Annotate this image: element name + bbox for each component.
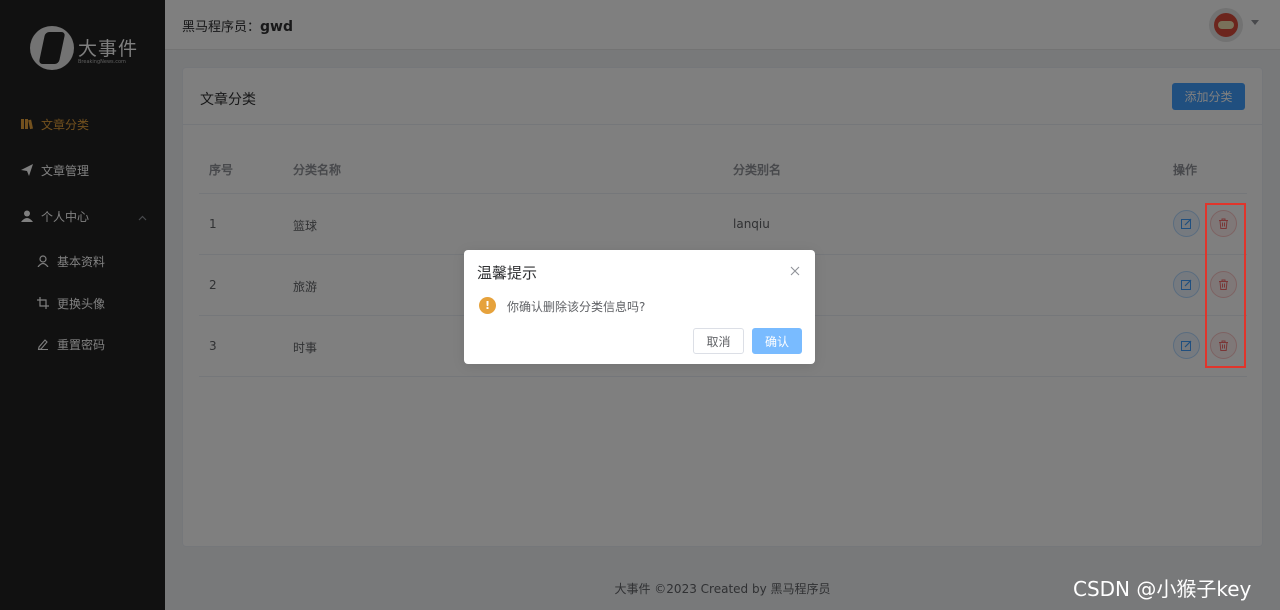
close-icon[interactable] <box>788 264 802 278</box>
watermark: CSDN @小猴子key <box>1073 577 1252 601</box>
annotation-highlight-box <box>1205 203 1246 368</box>
confirm-button[interactable]: 确认 <box>752 328 802 354</box>
warning-icon: ! <box>479 297 496 314</box>
dialog-title: 温馨提示 <box>477 264 538 282</box>
cancel-button[interactable]: 取消 <box>693 328 744 354</box>
confirm-dialog: 温馨提示 ! 你确认删除该分类信息吗? 取消 确认 <box>464 250 815 364</box>
dialog-message: 你确认删除该分类信息吗? <box>507 300 646 314</box>
